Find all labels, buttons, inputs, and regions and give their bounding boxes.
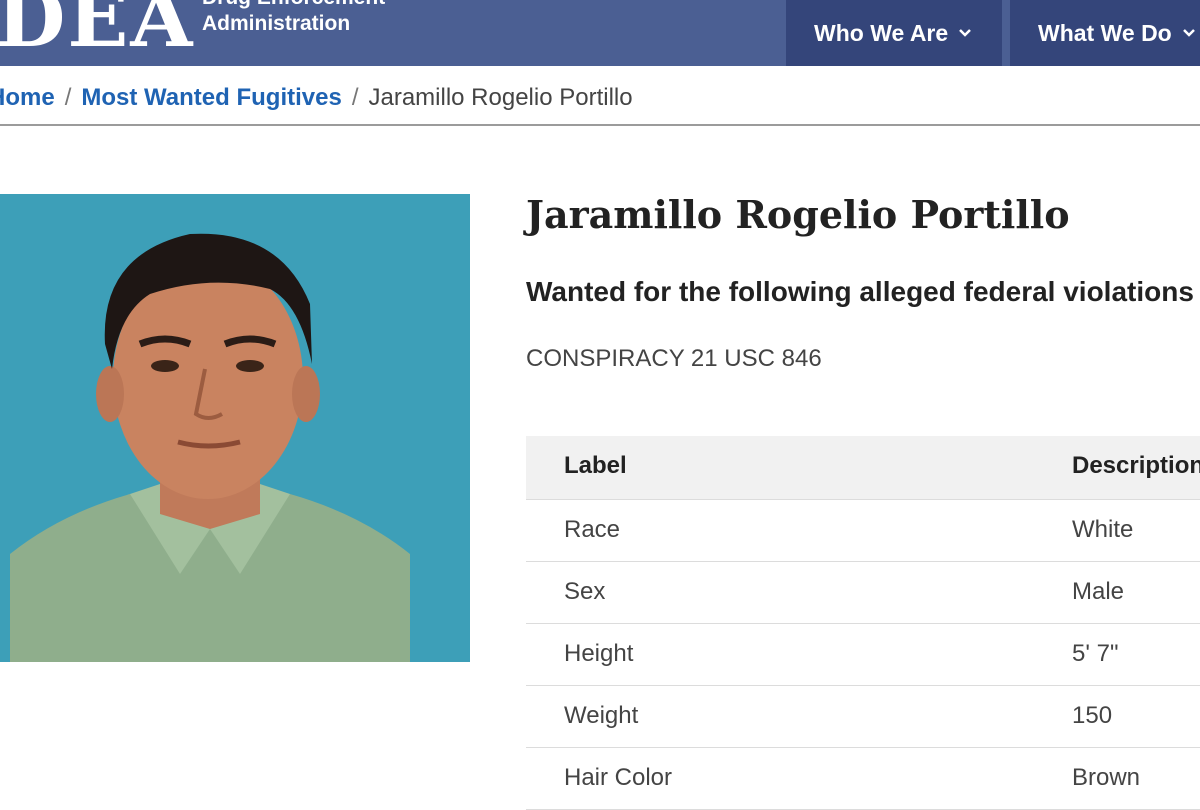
table-header-row: Label Description [526,436,1200,500]
charge-text: CONSPIRACY 21 USC 846 [526,345,822,372]
row-value: Male [1072,578,1125,605]
row-value: 5' 7" [1072,640,1119,667]
row-label: Hair Color [564,764,673,791]
dea-logo[interactable]: DEA [0,0,194,58]
row-value: 150 [1072,702,1113,729]
chevron-down-icon [1182,29,1195,37]
table-header-description: Description [1072,452,1200,479]
chevron-down-icon [959,29,972,37]
site-header: DEA Drug Enforcement Administration Who … [0,0,1200,66]
breadcrumb-home-link[interactable]: Home [0,84,55,111]
row-value: Brown [1072,764,1141,791]
agency-name-line1: Drug Enforcement [202,0,385,10]
nav-what-we-do[interactable]: What We Do [1010,0,1200,66]
breadcrumb: Home / Most Wanted Fugitives / Jaramillo Rog… [0,84,633,112]
table-row: Sex Male [526,562,1200,624]
breadcrumb-divider [0,124,1200,126]
breadcrumb-separator: / [351,84,359,111]
table-row: Race White [526,500,1200,562]
wanted-heading: Wanted for the following alleged federal… [526,276,1194,307]
table-row: Weight 150 [526,686,1200,748]
row-label: Race [564,516,621,543]
row-label: Weight [564,702,639,729]
nav-who-we-are[interactable]: Who We Are [786,0,1002,66]
breadcrumb-most-wanted-link[interactable]: Most Wanted Fugitives [81,84,341,111]
nav-who-we-are-label: Who We Are [814,19,949,46]
row-value: White [1072,516,1134,543]
description-table: Label Description Race White Sex Male He… [526,436,1200,810]
breadcrumb-current: Jaramillo Rogelio Portillo [368,84,633,111]
table-header-label: Label [564,452,627,479]
table-row: Height 5' 7" [526,624,1200,686]
fugitive-name: Jaramillo Rogelio Portillo [526,192,1070,237]
table-row: Hair Color Brown [526,748,1200,810]
nav-what-we-do-label: What We Do [1038,19,1172,46]
row-label: Height [564,640,634,667]
portrait-image [0,194,470,662]
row-label: Sex [564,578,606,605]
fugitive-photo [0,194,470,662]
agency-name-line2: Administration [202,12,351,35]
breadcrumb-separator: / [64,84,72,111]
